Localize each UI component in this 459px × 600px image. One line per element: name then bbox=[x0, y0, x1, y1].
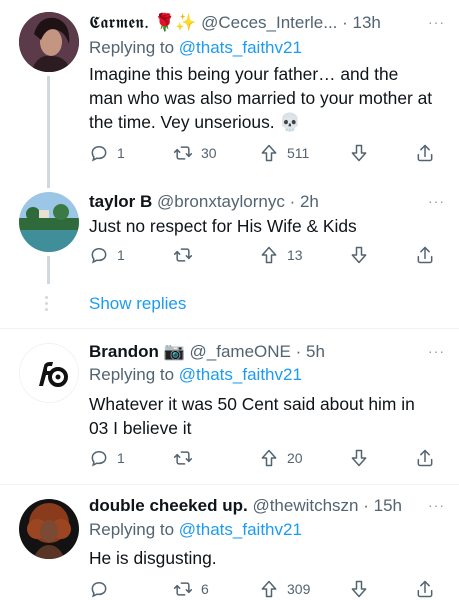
tweet-time[interactable]: · 13h bbox=[342, 13, 381, 32]
downvote-arrow-icon bbox=[349, 245, 369, 265]
tweet-actions: 1 20 bbox=[89, 446, 439, 470]
avatar-brandon[interactable] bbox=[19, 343, 79, 403]
tweet-carmen[interactable]: 𝕮𝖆𝖗𝖒𝖊𝖓. 🌹✨ @Ceces_Interle... · 13h ··· R… bbox=[0, 0, 459, 188]
retweet-icon bbox=[173, 245, 193, 265]
author-name-emoji: 🌹✨ bbox=[154, 13, 197, 32]
author-handle[interactable]: @_fameONE bbox=[190, 342, 291, 361]
more-options-icon[interactable]: ··· bbox=[428, 343, 445, 359]
author-handle[interactable]: @bronxtaylornyc bbox=[157, 192, 285, 211]
avatar-taylor-image bbox=[19, 192, 79, 252]
retweet-icon bbox=[173, 579, 193, 599]
retweet-icon bbox=[173, 448, 193, 468]
retweet-button[interactable]: 30 bbox=[173, 141, 217, 165]
share-icon bbox=[415, 143, 435, 163]
reply-button[interactable]: 1 bbox=[89, 141, 125, 165]
retweet-count: 30 bbox=[201, 145, 217, 161]
downvote-button[interactable] bbox=[349, 243, 369, 267]
replying-to-handle[interactable]: @thats_faithv21 bbox=[179, 365, 302, 384]
tweet-brandon[interactable]: Brandon 📷 @_fameONE · 5h ··· Replying to… bbox=[0, 329, 459, 485]
thread-line bbox=[47, 76, 50, 188]
avatar-thewitchszn-image bbox=[19, 499, 79, 559]
tweet-thewitchszn[interactable]: double cheeked up. @thewitchszn · 15h ··… bbox=[0, 485, 459, 600]
share-button[interactable] bbox=[415, 446, 435, 470]
upvote-button[interactable]: 511 bbox=[259, 141, 309, 165]
upvote-count: 13 bbox=[287, 247, 303, 263]
avatar-thewitchszn[interactable] bbox=[19, 499, 79, 559]
author-name[interactable]: double cheeked up. bbox=[89, 496, 248, 515]
more-options-icon[interactable]: ··· bbox=[428, 14, 445, 30]
retweet-button[interactable] bbox=[173, 446, 201, 470]
reply-icon bbox=[89, 245, 109, 265]
tweet-time[interactable]: · 15h bbox=[363, 496, 402, 515]
upvote-arrow-icon bbox=[259, 143, 279, 163]
upvote-button[interactable]: 20 bbox=[259, 446, 303, 470]
share-button[interactable] bbox=[415, 577, 435, 600]
replying-to-label: Replying to bbox=[89, 38, 175, 57]
author-name-emoji: 📷 bbox=[163, 342, 185, 361]
author-handle[interactable]: @Ceces_Interle... bbox=[201, 13, 337, 32]
upvote-arrow-icon bbox=[259, 579, 279, 599]
author-name[interactable]: taylor B bbox=[89, 192, 152, 211]
tweet-time[interactable]: · 2h bbox=[290, 192, 319, 211]
downvote-button[interactable] bbox=[349, 446, 369, 470]
share-icon bbox=[415, 448, 435, 468]
downvote-arrow-icon bbox=[349, 579, 369, 599]
tweet-actions: 6 309 bbox=[89, 577, 439, 600]
avatar-carmen-image bbox=[19, 12, 79, 72]
retweet-icon bbox=[173, 143, 193, 163]
upvote-button[interactable]: 13 bbox=[259, 243, 303, 267]
avatar-carmen[interactable] bbox=[19, 12, 79, 72]
tweet-actions: 1 13 bbox=[89, 243, 439, 267]
replying-to-label: Replying to bbox=[89, 520, 175, 539]
downvote-arrow-icon bbox=[349, 143, 369, 163]
retweet-button[interactable] bbox=[173, 243, 201, 267]
upvote-count: 511 bbox=[287, 145, 310, 161]
reply-count: 1 bbox=[117, 450, 125, 466]
author-name[interactable]: 𝕮𝖆𝖗𝖒𝖊𝖓. bbox=[89, 13, 149, 33]
reply-icon bbox=[89, 579, 109, 599]
thread-dots bbox=[45, 296, 49, 314]
upvote-arrow-icon bbox=[259, 448, 279, 468]
avatar-taylor[interactable] bbox=[19, 192, 79, 252]
replying-to-handle[interactable]: @thats_faithv21 bbox=[179, 520, 302, 539]
more-options-icon[interactable]: ··· bbox=[428, 497, 445, 513]
share-button[interactable] bbox=[415, 141, 435, 165]
reply-button[interactable]: 1 bbox=[89, 243, 125, 267]
tweet-text: Whatever it was 50 Cent said about him i… bbox=[89, 394, 415, 438]
reply-count: 1 bbox=[117, 145, 125, 161]
downvote-arrow-icon bbox=[349, 448, 369, 468]
reply-count: 1 bbox=[117, 247, 125, 263]
downvote-button[interactable] bbox=[349, 141, 369, 165]
upvote-count: 20 bbox=[287, 450, 303, 466]
tweet-actions: 1 30 511 bbox=[89, 141, 439, 165]
upvote-arrow-icon bbox=[259, 245, 279, 265]
reply-button[interactable]: 1 bbox=[89, 446, 125, 470]
thread-line bbox=[47, 256, 50, 284]
reply-button[interactable] bbox=[89, 577, 117, 600]
more-options-icon[interactable]: ··· bbox=[428, 193, 445, 209]
tweet-taylor[interactable]: taylor B @bronxtaylornyc · 2h ··· Just n… bbox=[0, 180, 459, 286]
tweet-time[interactable]: · 5h bbox=[296, 342, 325, 361]
avatar-brandon-logo bbox=[20, 344, 78, 402]
share-button[interactable] bbox=[415, 243, 435, 267]
tweet-text: He is disgusting. bbox=[89, 548, 217, 568]
author-name[interactable]: Brandon bbox=[89, 342, 159, 361]
reply-icon bbox=[89, 448, 109, 468]
downvote-button[interactable] bbox=[349, 577, 369, 600]
reply-icon bbox=[89, 143, 109, 163]
show-replies-link[interactable]: Show replies bbox=[89, 294, 186, 314]
retweet-count: 6 bbox=[201, 581, 209, 597]
replying-to-label: Replying to bbox=[89, 365, 175, 384]
share-icon bbox=[415, 579, 435, 599]
author-handle[interactable]: @thewitchszn bbox=[252, 496, 358, 515]
retweet-button[interactable]: 6 bbox=[173, 577, 209, 600]
replying-to-handle[interactable]: @thats_faithv21 bbox=[179, 38, 302, 57]
share-icon bbox=[415, 245, 435, 265]
tweet-text: Just no respect for His Wife & Kids bbox=[89, 216, 357, 236]
upvote-button[interactable]: 309 bbox=[259, 577, 310, 600]
upvote-count: 309 bbox=[287, 581, 311, 597]
tweet-text: Imagine this being your father… and the … bbox=[89, 64, 433, 132]
